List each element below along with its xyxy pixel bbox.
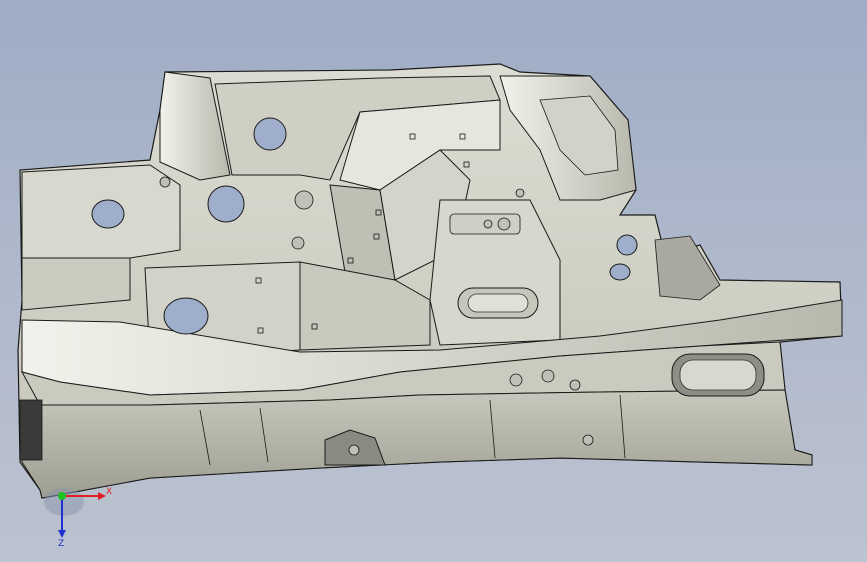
z-axis-label: Z: [58, 539, 64, 546]
bottom-sill: [21, 389, 813, 499]
coordinate-triad-icon: X Z: [44, 487, 112, 546]
left-end-bracket: [19, 399, 43, 461]
cad-graphics-viewport[interactable]: X Z: [0, 0, 867, 562]
right-oval-inner: [679, 359, 757, 391]
sheet-metal-floor-assembly-model[interactable]: [0, 0, 867, 562]
x-axis-label: X: [106, 487, 112, 497]
oval-slot-inner: [467, 293, 529, 313]
